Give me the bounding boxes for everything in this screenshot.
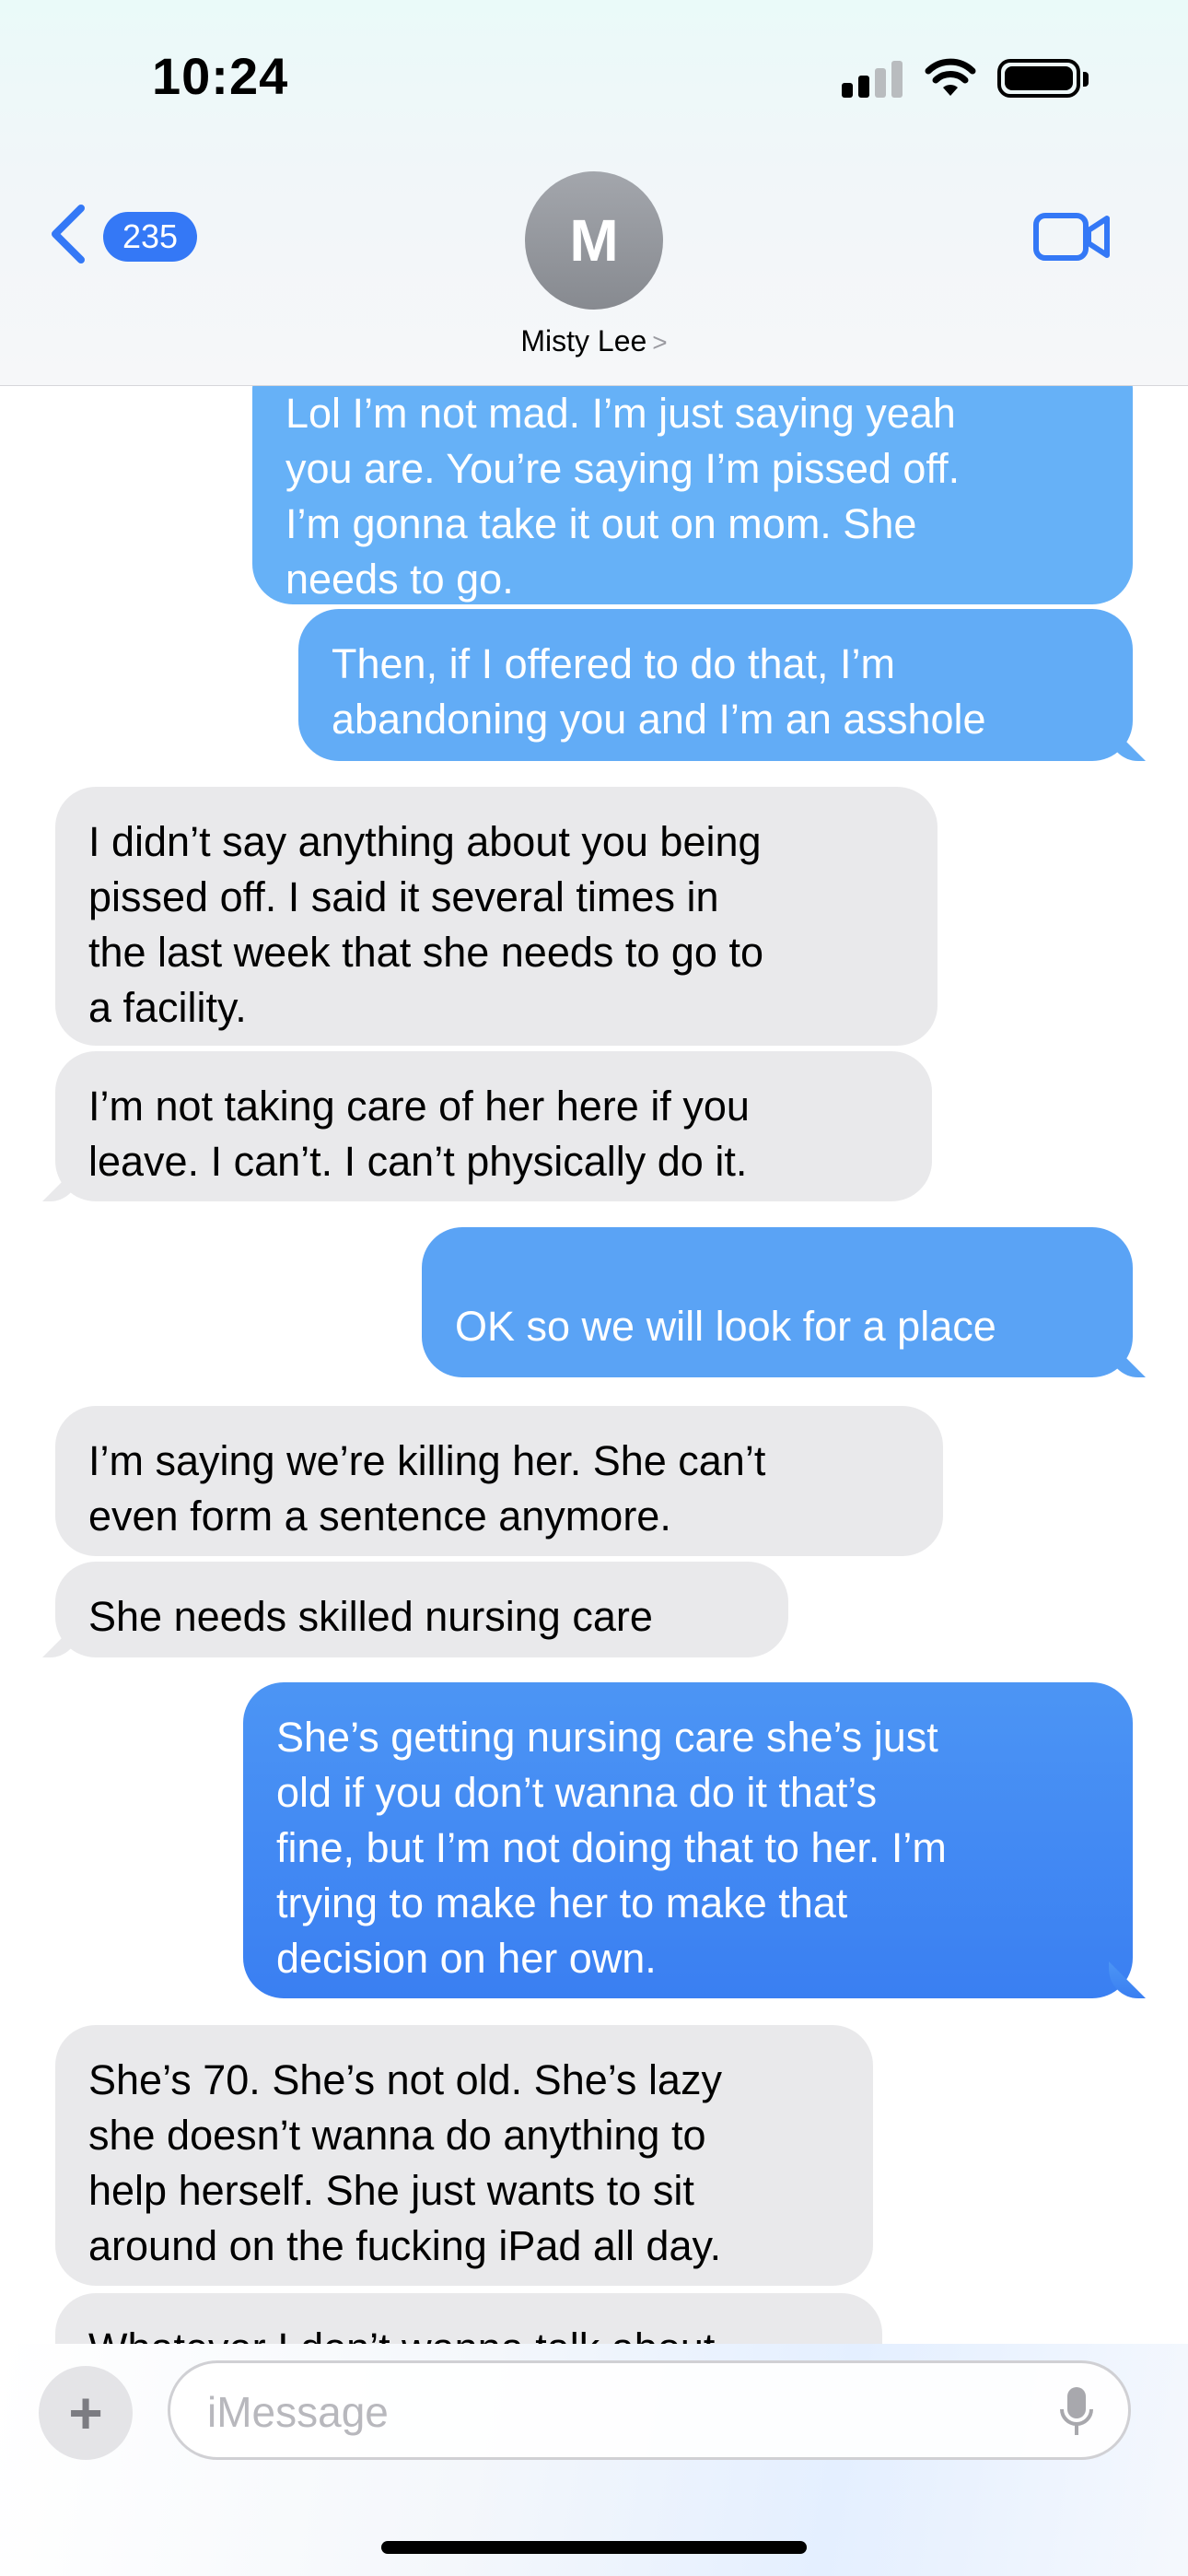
signal-icon [842, 61, 904, 98]
contact-name: Misty Lee [520, 324, 647, 357]
message-thread[interactable]: Lol I’m not mad. I’m just saying yeah yo… [0, 386, 1188, 2344]
plus-icon[interactable]: + [39, 2366, 133, 2460]
message-placeholder: iMessage [207, 2388, 389, 2436]
message-bubble-incoming[interactable]: I didn’t say anything about you being pi… [55, 787, 938, 1046]
unread-count-badge[interactable]: 235 [103, 212, 197, 262]
message-bubble-incoming[interactable]: She needs skilled nursing care [55, 1562, 788, 1657]
status-time: 10:24 [152, 47, 289, 105]
message-input[interactable]: iMessage [168, 2360, 1131, 2460]
message-bubble-outgoing[interactable]: OK so we will look for a place [422, 1227, 1133, 1377]
contact-name-button[interactable]: Misty Lee > [0, 324, 1188, 358]
message-bubble-incoming[interactable]: I’m not taking care of her here if you l… [55, 1051, 932, 1201]
wifi-icon [925, 58, 976, 96]
home-indicator[interactable] [381, 2541, 807, 2554]
message-bubble-outgoing[interactable]: Then, if I offered to do that, I’m aband… [298, 609, 1133, 761]
navigation-header: 10:24 235 M Misty Lee > [0, 0, 1188, 386]
back-chevron-icon[interactable] [46, 203, 90, 265]
message-bubble-incoming[interactable]: She’s 70. She’s not old. She’s lazy she … [55, 2025, 873, 2286]
microphone-icon[interactable] [1058, 2385, 1095, 2439]
video-call-icon[interactable] [1033, 210, 1111, 263]
chevron-right-icon: > [652, 328, 668, 357]
battery-tip [1083, 72, 1089, 87]
message-bubble-outgoing[interactable]: Lol I’m not mad. I’m just saying yeah yo… [252, 386, 1133, 604]
avatar[interactable]: M [525, 171, 663, 310]
message-bubble-outgoing[interactable]: She’s getting nursing care she’s just ol… [243, 1682, 1133, 1998]
message-bubble-incoming[interactable]: I’m saying we’re killing her. She can’t … [55, 1406, 943, 1556]
message-text: OK so we will look for a place [455, 1303, 996, 1350]
battery-icon [997, 59, 1080, 98]
message-bubble-incoming[interactable]: Whatever I don’t wanna talk about [55, 2293, 882, 2344]
